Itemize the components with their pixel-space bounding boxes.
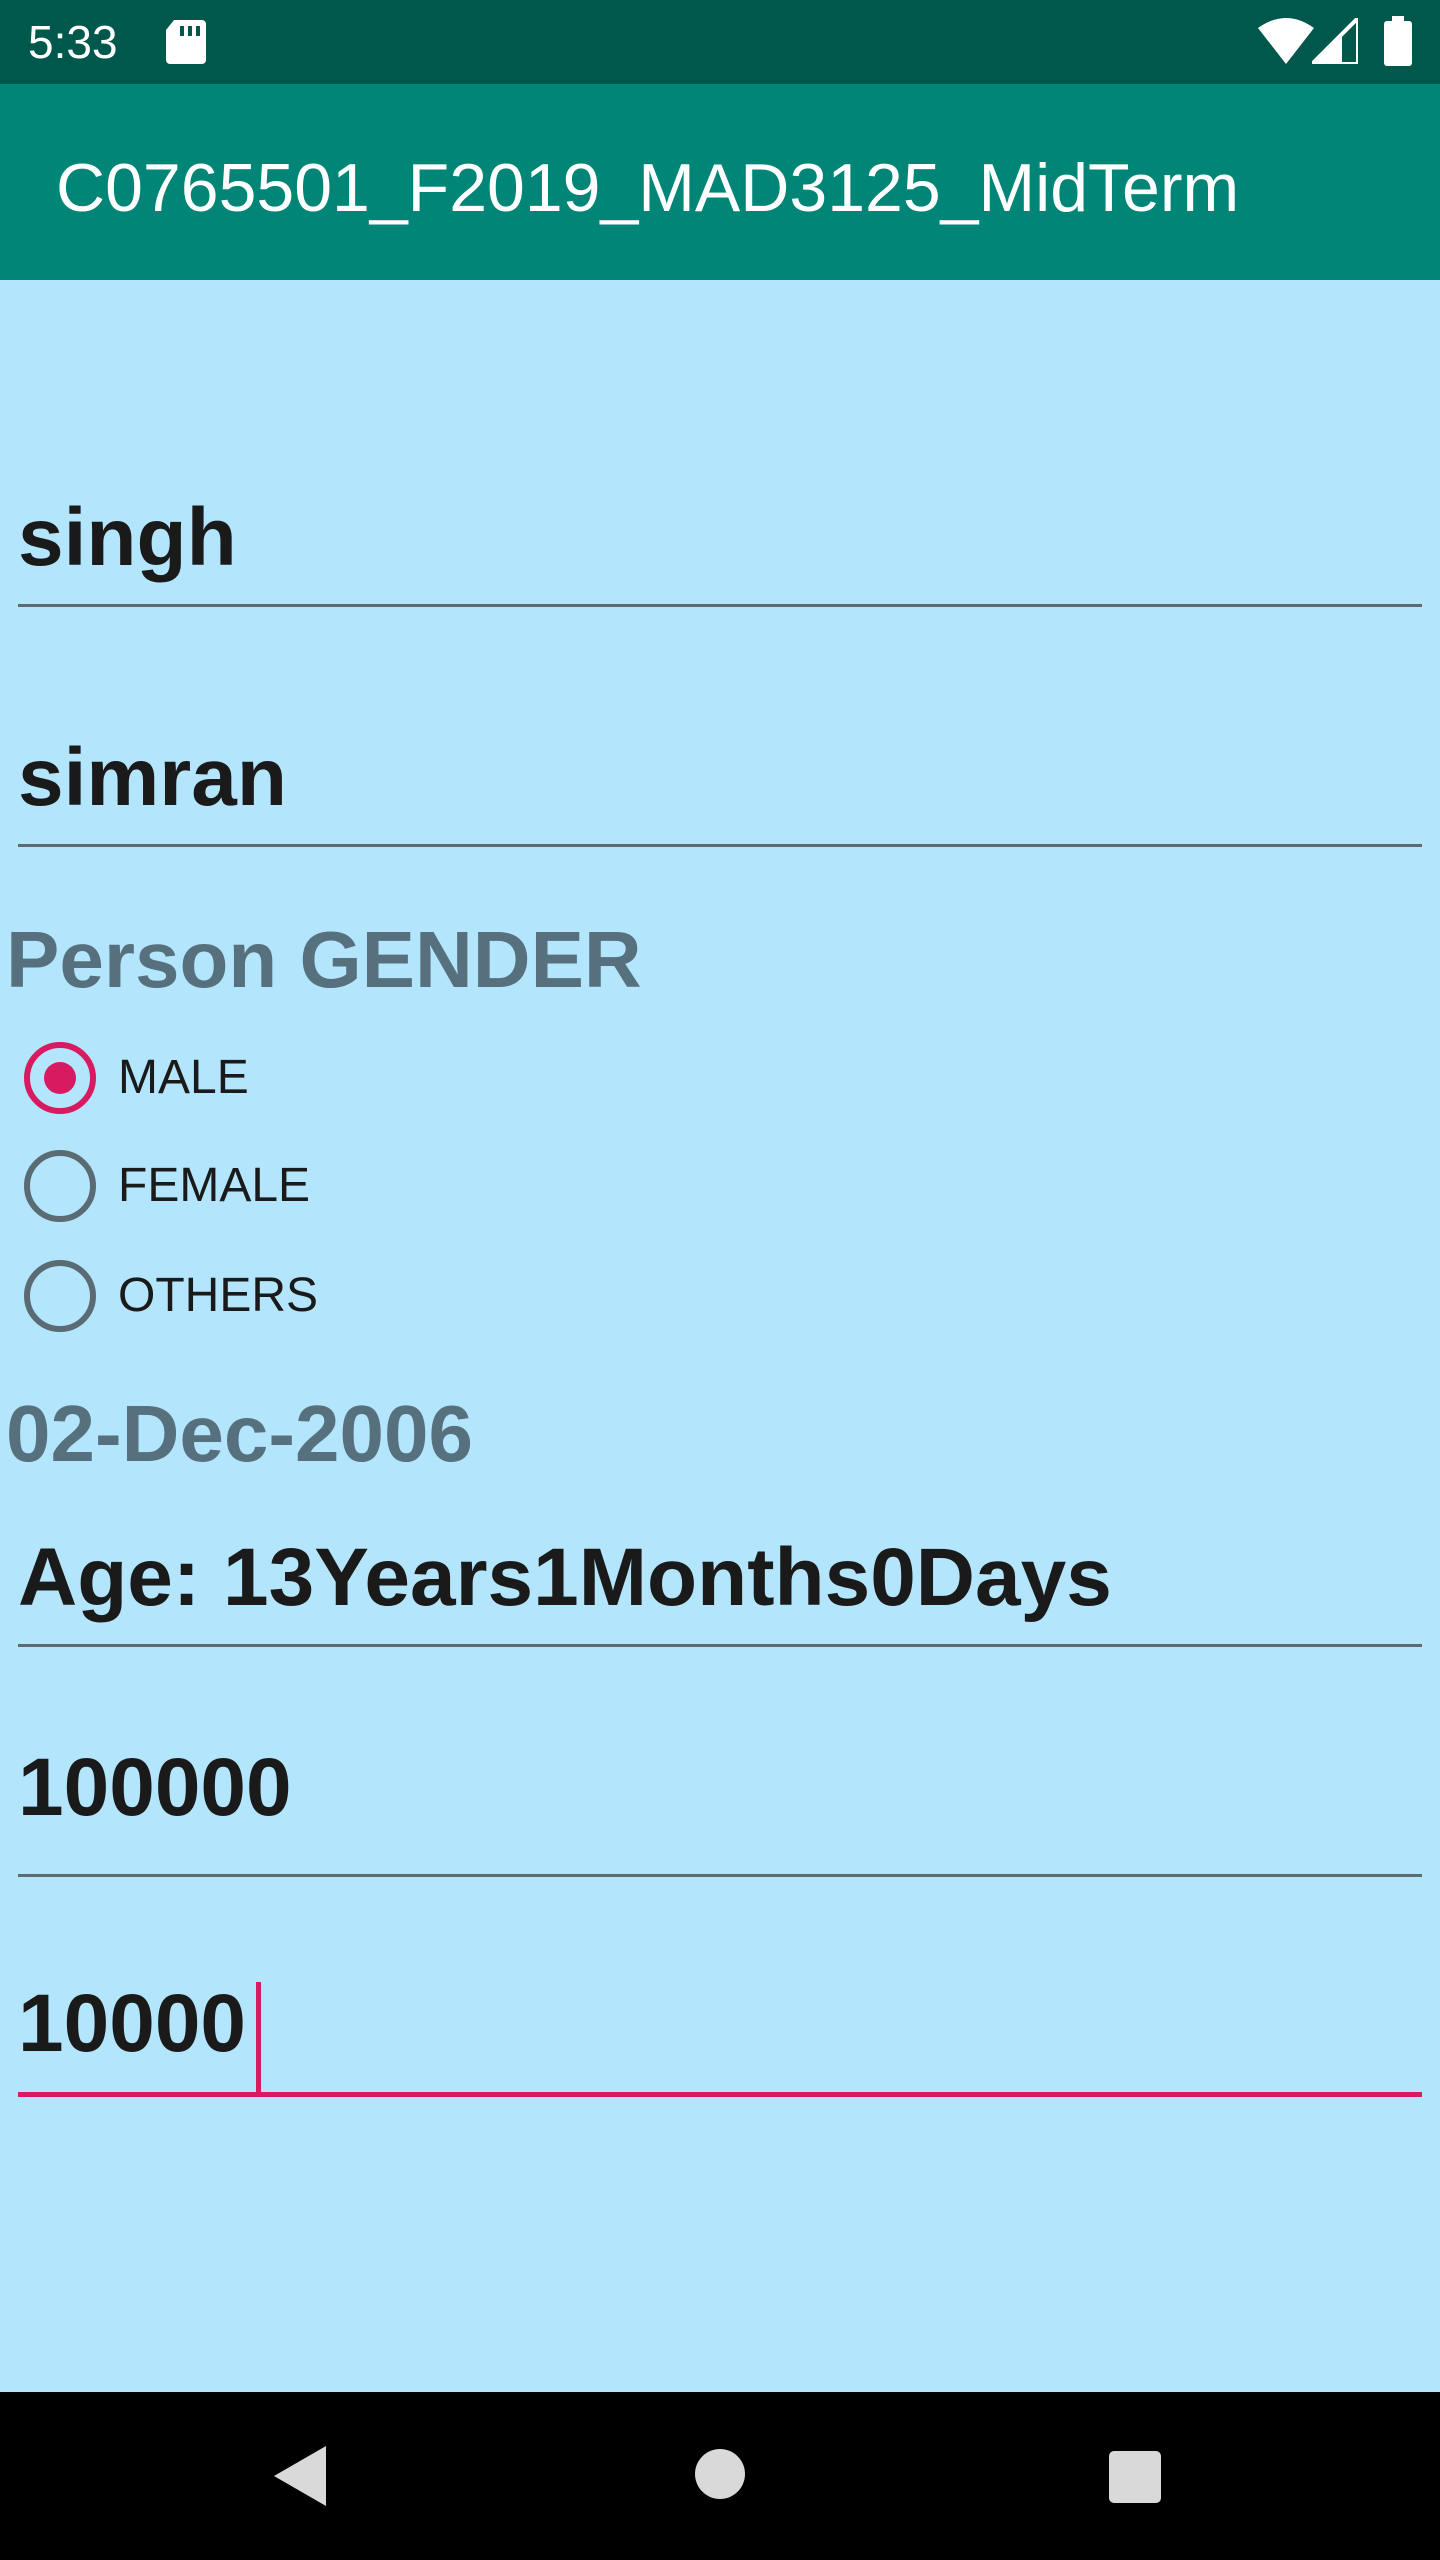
gender-label: Person GENDER bbox=[6, 915, 642, 1004]
radio-others-button[interactable] bbox=[24, 1260, 96, 1332]
navigation-bar bbox=[0, 2392, 1440, 2560]
first-name-field[interactable]: simran bbox=[18, 730, 1422, 850]
first-name-value: simran bbox=[18, 732, 287, 823]
first-name-underline bbox=[18, 844, 1422, 847]
sd-card-icon bbox=[166, 20, 206, 64]
birth-date[interactable]: 02-Dec-2006 bbox=[6, 1386, 473, 1482]
home-icon[interactable] bbox=[694, 2448, 746, 2500]
radio-male-button[interactable] bbox=[24, 1042, 96, 1114]
age-underline bbox=[18, 1644, 1422, 1647]
app-title: C0765501_F2019_MAD3125_MidTerm bbox=[56, 150, 1240, 226]
radio-female[interactable]: FEMALE bbox=[22, 1146, 622, 1226]
recents-icon[interactable] bbox=[1108, 2450, 1162, 2504]
last-name-field[interactable]: singh bbox=[18, 490, 1422, 610]
radio-others-label: OTHERS bbox=[118, 1269, 319, 1322]
radio-male-label: MALE bbox=[118, 1051, 249, 1104]
radio-male[interactable]: MALE bbox=[22, 1038, 622, 1118]
age-value: Age: 13Years1Months0Days bbox=[18, 1532, 1112, 1623]
status-bar: 5:33 bbox=[0, 0, 1440, 84]
last-name-underline bbox=[18, 604, 1422, 607]
wifi-icon bbox=[1258, 18, 1314, 64]
back-icon[interactable] bbox=[270, 2444, 330, 2508]
form-container: singh simran Person GENDER MALE FEMALE O… bbox=[0, 280, 1440, 2392]
last-name-value: singh bbox=[18, 492, 237, 583]
bonus-value: 10000 bbox=[18, 1978, 247, 2069]
battery-icon bbox=[1384, 16, 1412, 66]
status-time: 5:33 bbox=[28, 16, 118, 68]
salary-field[interactable]: 100000 bbox=[18, 1740, 1422, 1880]
bonus-field[interactable]: 10000 bbox=[18, 1976, 1422, 2097]
salary-value: 100000 bbox=[18, 1742, 292, 1833]
salary-underline bbox=[18, 1874, 1422, 1877]
signal-icon bbox=[1312, 18, 1358, 64]
radio-checked-dot bbox=[44, 1062, 76, 1094]
radio-female-button[interactable] bbox=[24, 1150, 96, 1222]
radio-others[interactable]: OTHERS bbox=[22, 1256, 622, 1336]
text-cursor bbox=[256, 1982, 261, 2092]
bonus-underline bbox=[18, 2092, 1422, 2097]
radio-female-label: FEMALE bbox=[118, 1159, 311, 1212]
age-field[interactable]: Age: 13Years1Months0Days bbox=[18, 1530, 1422, 1650]
app-bar: C0765501_F2019_MAD3125_MidTerm bbox=[0, 84, 1440, 280]
